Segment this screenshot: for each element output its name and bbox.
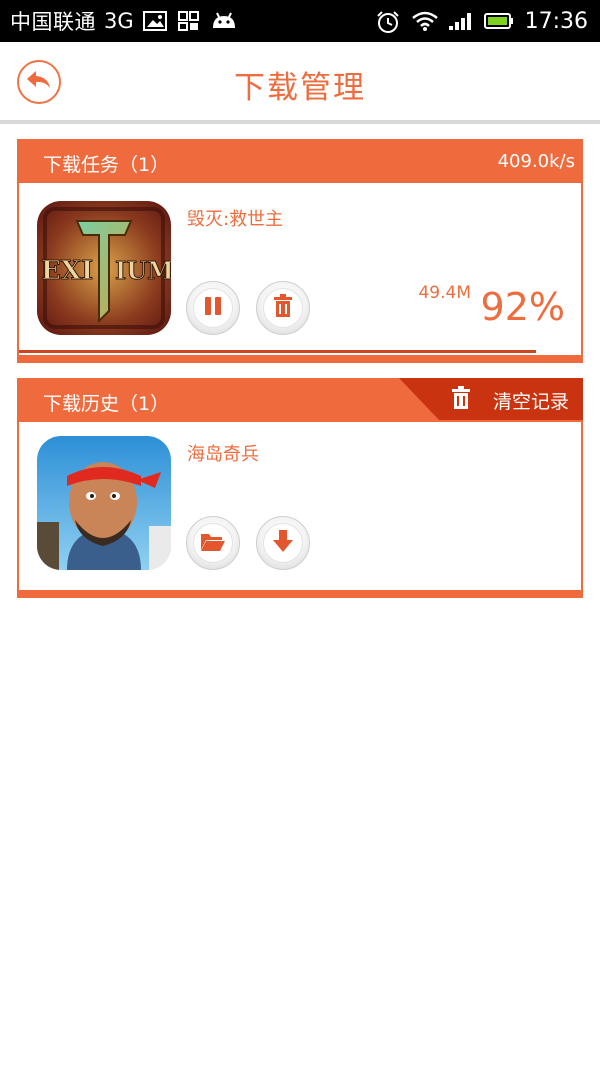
battery-icon <box>483 10 515 32</box>
network-type: 3G <box>104 9 134 33</box>
file-size: 49.4M <box>418 283 471 303</box>
image-icon <box>142 10 168 32</box>
trash-icon <box>451 386 471 410</box>
android-icon <box>210 10 236 32</box>
boom-beach-game-icon[interactable] <box>37 436 171 570</box>
pause-icon <box>203 295 223 321</box>
grid-icon <box>176 10 202 32</box>
carrier-name: 中国联通 <box>10 10 96 34</box>
svg-text:EXI: EXI <box>41 256 93 286</box>
app-name: 海岛奇兵 <box>187 444 259 465</box>
progress-percent: 92% <box>480 285 565 329</box>
exitium-game-icon[interactable]: EXI IUM <box>37 201 171 335</box>
download-history-title: 下载历史（1） <box>43 393 170 415</box>
open-folder-button[interactable] <box>186 516 240 570</box>
clock-time: 17:36 <box>524 8 588 34</box>
folder-icon <box>200 530 226 556</box>
progress-fill <box>19 350 537 353</box>
download-tasks-card: 下载任务（1） 409.0k/s EXI IUM 毁灭:救世主 49.4M 92… <box>17 139 583 363</box>
progress-bar <box>19 350 581 353</box>
app-name: 毁灭:救世主 <box>187 209 284 230</box>
alarm-icon <box>375 10 401 33</box>
download-history-card: 下载历史（1） 清空记录 海岛奇兵 <box>17 378 583 598</box>
download-tasks-footer <box>19 355 581 361</box>
download-tasks-title: 下载任务（1） <box>43 154 170 176</box>
status-bar: 中国联通 3G 17:36 <box>0 0 600 42</box>
delete-task-button[interactable] <box>256 281 310 335</box>
wifi-icon <box>411 10 438 32</box>
install-button[interactable] <box>256 516 310 570</box>
svg-text:IUM: IUM <box>115 256 171 285</box>
app-bar-divider <box>0 120 600 124</box>
pause-button[interactable] <box>186 281 240 335</box>
clear-history-button[interactable]: 清空记录 <box>399 378 583 420</box>
download-tasks-header: 下载任务（1） 409.0k/s <box>19 141 581 183</box>
page-title: 下载管理 <box>234 70 366 106</box>
clear-history-label: 清空记录 <box>492 391 569 413</box>
trash-icon <box>273 294 293 322</box>
app-bar: 下载管理 <box>0 42 600 122</box>
download-arrow-icon <box>272 529 294 557</box>
signal-icon <box>447 10 473 32</box>
download-speed: 409.0k/s <box>497 151 575 172</box>
download-history-footer <box>19 590 581 596</box>
